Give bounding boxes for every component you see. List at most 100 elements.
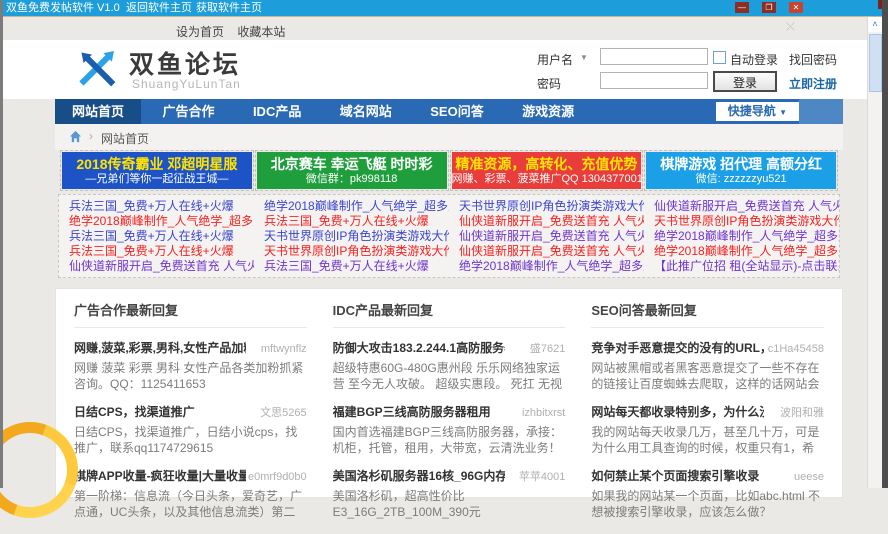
breadcrumb: › 网站首页 bbox=[55, 124, 843, 150]
board-title: SEO问答最新回复 bbox=[591, 289, 824, 328]
close-button[interactable]: ✕ bbox=[789, 2, 803, 13]
post-author[interactable]: mftwynflz bbox=[261, 343, 307, 355]
ad-link[interactable]: 兵法三国_免费+万人在线+火爆 bbox=[59, 244, 254, 259]
ad-link[interactable]: 天书世界原创IP角色扮演类游戏大作 bbox=[644, 214, 839, 229]
ad-link[interactable]: 兵法三国_免费+万人在线+火爆 bbox=[59, 229, 254, 244]
ad-link[interactable]: 绝学2018巅峰制作_人气绝学_超多人玩 bbox=[644, 244, 839, 259]
post-item[interactable]: 日结CPS，找渠道推广 文思5265 日结CPS，找渠道推广，日结小说cps，找… bbox=[74, 403, 307, 456]
dismiss-icon[interactable]: ⤬ bbox=[786, 21, 795, 34]
ad-link[interactable]: 仙侠道新服开启_免费送首充 人气火爆 bbox=[449, 229, 644, 244]
ad-link[interactable]: 【此推广位招 租(全站显示)-点击联系】 bbox=[644, 259, 839, 274]
menu-return-home[interactable]: 返回软件主页 bbox=[126, 0, 192, 16]
ad-link[interactable]: 绝学2018巅峰制作_人气绝学_超多人玩 bbox=[59, 214, 254, 229]
banner-legend-game[interactable]: 2018传奇霸业 邓超明星服 —兄弟们等你一起征战王城— bbox=[62, 152, 252, 189]
site-header: 双鱼论坛 ShuangYuLunTan 用户名 ▼ 自动登录 找回密码 密码 登… bbox=[3, 40, 868, 99]
username-input[interactable] bbox=[600, 48, 708, 65]
register-link[interactable]: 立即注册 bbox=[789, 75, 837, 92]
post-body: 国内首选福建BGP三线高防服务器，承接：机柜，托管，租用，大带宽，云清洗业务！ … bbox=[333, 424, 566, 456]
password-input[interactable] bbox=[600, 72, 708, 89]
post-author[interactable]: 波阳和雅 bbox=[780, 404, 824, 420]
ad-link[interactable]: 绝学2018巅峰制作_人气绝学_超多人玩 bbox=[644, 229, 839, 244]
ad-link[interactable]: 仙侠道新服开启_免费送首充 人气火爆 bbox=[449, 244, 644, 259]
post-title[interactable]: 棋牌APP收量-疯狂收量|大量收量|有实 bbox=[74, 467, 246, 484]
post-author[interactable]: e0mrf9d0b0 bbox=[248, 471, 307, 483]
find-password-link[interactable]: 找回密码 bbox=[789, 51, 837, 68]
ad-row: 兵法三国_免费+万人在线+火爆 天书世界原创IP角色扮演类游戏大作 仙侠道新服开… bbox=[59, 244, 839, 259]
post-author[interactable]: c1Ha45458 bbox=[768, 343, 824, 355]
post-title[interactable]: 美国洛杉矶服务器16核_96G内存_250M带 bbox=[333, 467, 505, 484]
ad-link[interactable]: 兵法三国_免费+万人在线+火爆 bbox=[254, 259, 449, 274]
post-title[interactable]: 如何禁止某个页面搜索引擎收录 bbox=[591, 467, 759, 484]
post-author[interactable]: 盛7621 bbox=[530, 340, 565, 356]
post-item[interactable]: 棋牌APP收量-疯狂收量|大量收量|有实 e0mrf9d0b0 第一阶梯：信息流… bbox=[74, 467, 307, 520]
ad-link[interactable]: 天书世界原创IP角色扮演类游戏大作 bbox=[254, 244, 449, 259]
board-title: IDC产品最新回复 bbox=[333, 289, 566, 328]
login-button[interactable]: 登录 bbox=[713, 71, 777, 92]
nav-item-idc[interactable]: IDC产品 bbox=[236, 99, 318, 124]
nav-item-seo[interactable]: SEO问答 bbox=[413, 99, 500, 124]
site-logo-icon bbox=[73, 44, 121, 92]
ad-link[interactable]: 绝学2018巅峰制作_人气绝学_超多人玩 bbox=[449, 259, 644, 274]
ad-link[interactable]: 绝学2018巅峰制作_人气绝学_超多人玩 bbox=[254, 199, 449, 214]
nav-item-games[interactable]: 游戏资源 bbox=[505, 99, 591, 124]
quick-nav-button[interactable]: 快捷导航 ▼ bbox=[716, 102, 799, 121]
ad-row: 绝学2018巅峰制作_人气绝学_超多人玩 兵法三国_免费+万人在线+火爆 仙侠道… bbox=[59, 214, 839, 229]
site-name-en: ShuangYuLunTan bbox=[132, 77, 241, 91]
username-label: 用户名 bbox=[537, 51, 573, 68]
post-item[interactable]: 如何禁止某个页面搜索引擎收录 ueese 如果我的网站某一个页面，比如abc.h… bbox=[591, 467, 824, 520]
ad-link[interactable]: 天书世界原创IP角色扮演类游戏大作 bbox=[254, 229, 449, 244]
minimize-button[interactable]: — bbox=[735, 2, 749, 13]
post-body: 超级特惠60G-480G惠州段 乐乐网络独家运营 至今无人攻破。 超级实惠段。 … bbox=[333, 360, 566, 392]
post-author[interactable]: ueese bbox=[794, 471, 824, 483]
quickbar: 设为首页 收藏本站 bbox=[176, 23, 295, 40]
nav-item-domain[interactable]: 域名网站 bbox=[323, 99, 409, 124]
post-item[interactable]: 福建BGP三线高防服务器租用 izhbitxrst 国内首选福建BGP三线高防服… bbox=[333, 403, 566, 456]
post-body: 我的网站每天收录几万，甚至几十万，可是为什么用工具查询的时候，权重只有1，希望知 bbox=[591, 424, 824, 456]
post-item[interactable]: 美国洛杉矶服务器16核_96G内存_250M带 苹苹4001 美国洛杉矶，超高性… bbox=[333, 467, 566, 520]
banner-chess[interactable]: 棋牌游戏 招代理 高额分红 微信: zzzzzzyu521 bbox=[646, 152, 836, 189]
scrollbar-thumb[interactable] bbox=[869, 34, 882, 92]
ad-link[interactable]: 仙侠道新服开启_免费送首充 人气火爆 bbox=[59, 259, 254, 274]
post-title[interactable]: 网赚,菠菜,彩票,男科,女性产品加粉抓 bbox=[74, 339, 246, 356]
bookmark-link[interactable]: 收藏本站 bbox=[237, 25, 285, 39]
breadcrumb-separator: › bbox=[89, 129, 93, 143]
post-item[interactable]: 防御大攻击183.2.244.1高防服务器，秒 盛7621 超级特惠60G-48… bbox=[333, 339, 566, 392]
ad-link[interactable]: 兵法三国_免费+万人在线+火爆 bbox=[254, 214, 449, 229]
post-title[interactable]: 防御大攻击183.2.244.1高防服务器，秒 bbox=[333, 339, 505, 356]
ad-link[interactable]: 仙侠道新服开启_免费送首充 人气火爆 bbox=[449, 214, 644, 229]
menu-get-home[interactable]: 获取软件主页 bbox=[196, 0, 262, 16]
post-title[interactable]: 福建BGP三线高防服务器租用 bbox=[333, 403, 491, 420]
post-title[interactable]: 日结CPS，找渠道推广 bbox=[74, 403, 195, 420]
post-body: 网赚 菠菜 彩票 男科 女性产品各类加粉抓紧咨询。QQ：1125411653 bbox=[74, 360, 307, 392]
window-frame-right bbox=[882, 0, 888, 488]
breadcrumb-current[interactable]: 网站首页 bbox=[101, 130, 149, 147]
app-titlebar: 双鱼免费发帖软件 V1.0 返回软件主页 获取软件主页 — ❐ ✕ bbox=[0, 0, 888, 17]
banner-row: 2018传奇霸业 邓超明星服 —兄弟们等你一起征战王城— 北京赛车 幸运飞艇 时… bbox=[55, 152, 843, 189]
set-home-link[interactable]: 设为首页 bbox=[176, 25, 224, 39]
post-body: 第一阶梯：信息流（今日头条，爱奇艺，广点通，UC头条，以及其他信息流类）第二阶梯 bbox=[74, 488, 307, 520]
banner-resources[interactable]: 精准资源，高转化、充值优势 网赚、彩票、菠菜推广QQ 1304377001 bbox=[452, 152, 642, 189]
username-dropdown-icon[interactable]: ▼ bbox=[580, 53, 588, 62]
ad-link[interactable]: 兵法三国_免费+万人在线+火爆 bbox=[59, 199, 254, 214]
post-title[interactable]: 竞争对手恶意提交的没有的URL，对网站 bbox=[591, 339, 763, 356]
post-title[interactable]: 网站每天都收录特别多，为什么没有权 bbox=[591, 403, 763, 420]
ad-link[interactable]: 仙侠道新服开启_免费送首充 人气火爆 bbox=[644, 199, 839, 214]
ad-link[interactable]: 天书世界原创IP角色扮演类游戏大作 bbox=[449, 199, 644, 214]
post-author[interactable]: 文思5265 bbox=[260, 404, 306, 420]
post-author[interactable]: 苹苹4001 bbox=[519, 468, 565, 484]
post-body: 网站被黑帽或者黑客恶意提交了一些不存在的链接让百度蜘蛛去爬取，这样的话网站会被K bbox=[591, 360, 824, 392]
vertical-scrollbar[interactable]: ˄ bbox=[867, 17, 882, 488]
nav-item-ads[interactable]: 广告合作 bbox=[145, 99, 231, 124]
nav-right-cap bbox=[799, 99, 843, 124]
post-item[interactable]: 网赚,菠菜,彩票,男科,女性产品加粉抓 mftwynflz 网赚 菠菜 彩票 男… bbox=[74, 339, 307, 392]
ad-row: 仙侠道新服开启_免费送首充 人气火爆 兵法三国_免费+万人在线+火爆 绝学201… bbox=[59, 259, 839, 274]
post-item[interactable]: 竞争对手恶意提交的没有的URL，对网站 c1Ha45458 网站被黑帽或者黑客恶… bbox=[591, 339, 824, 392]
scroll-up-icon[interactable]: ˄ bbox=[868, 17, 882, 32]
post-author[interactable]: izhbitxrst bbox=[522, 407, 565, 419]
post-item[interactable]: 网站每天都收录特别多，为什么没有权 波阳和雅 我的网站每天收录几万，甚至几十万，… bbox=[591, 403, 824, 456]
banner-racing[interactable]: 北京赛车 幸运飞艇 时时彩 微信群：pk998118 bbox=[257, 152, 447, 189]
nav-item-home[interactable]: 网站首页 bbox=[55, 99, 141, 124]
home-icon[interactable] bbox=[69, 130, 82, 143]
maximize-button[interactable]: ❐ bbox=[762, 2, 776, 13]
auto-login-checkbox[interactable] bbox=[713, 51, 726, 64]
